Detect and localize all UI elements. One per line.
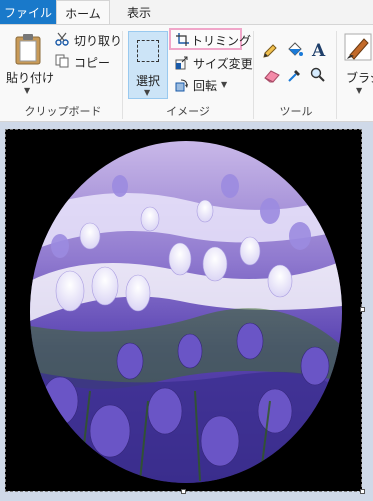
magnifier-icon[interactable]: [310, 67, 326, 83]
ribbon: 貼り付け ▼ 切り取り コピー クリップボード 選択 ▼ トリミング サイズ変更…: [0, 24, 373, 122]
text-icon[interactable]: A: [311, 41, 327, 59]
resize-button[interactable]: サイズ変更: [175, 54, 253, 72]
pencil-icon[interactable]: [262, 43, 278, 59]
select-dropdown-icon: ▼: [144, 88, 151, 97]
select-icon: [137, 40, 159, 62]
scissors-icon: [55, 32, 69, 46]
crop-label: トリミング: [191, 34, 252, 48]
group-divider: [336, 31, 337, 119]
eraser-icon[interactable]: [263, 69, 281, 83]
brush-dropdown-icon: ▼: [356, 86, 363, 95]
tab-home[interactable]: ホーム: [56, 0, 110, 25]
paste-dropdown-icon: ▼: [24, 86, 31, 95]
svg-text:A: A: [311, 41, 326, 59]
tab-file-label: ファイル: [3, 5, 52, 20]
select-label: 選択: [136, 74, 161, 88]
copy-icon: [55, 54, 69, 68]
group-divider: [253, 31, 254, 119]
paste-label: 貼り付け: [6, 71, 55, 85]
clipboard-group-label: クリップボード: [24, 105, 102, 118]
group-divider: [122, 31, 123, 119]
rotate-dropdown-icon: ▼: [221, 80, 228, 89]
fill-bucket-icon[interactable]: [286, 41, 304, 59]
image-group-label: イメージ: [166, 105, 210, 118]
cut-label: 切り取り: [74, 34, 123, 48]
cut-button[interactable]: 切り取り: [55, 31, 123, 49]
crop-icon: [176, 33, 189, 46]
copy-label: コピー: [74, 56, 111, 70]
canvas-area: [0, 123, 373, 501]
crop-button[interactable]: トリミング: [169, 28, 251, 50]
rotate-label: 回転: [193, 79, 218, 93]
resize-label: サイズ変更: [193, 57, 253, 71]
color-picker-icon[interactable]: [287, 67, 303, 83]
tab-file[interactable]: ファイル: [0, 0, 56, 24]
tab-home-label: ホーム: [65, 6, 101, 21]
select-button[interactable]: 選択 ▼: [128, 31, 168, 99]
tab-view[interactable]: 表示: [114, 0, 164, 24]
tools-group-label: ツール: [279, 105, 313, 118]
rotate-icon: [175, 79, 188, 92]
copy-button[interactable]: コピー: [55, 53, 119, 71]
ribbon-tabs: ファイル ホーム 表示: [0, 0, 373, 25]
resize-handle-right[interactable]: [360, 307, 365, 312]
brush-button[interactable]: ブラシ ▼: [340, 29, 373, 99]
paste-button[interactable]: 貼り付け ▼: [4, 29, 54, 99]
brush-label: ブラシ: [346, 71, 373, 85]
resize-icon: [175, 56, 188, 70]
crocus-photo: [30, 141, 342, 483]
resize-handle-corner[interactable]: [360, 489, 365, 494]
rotate-button[interactable]: 回転 ▼: [175, 76, 235, 94]
tab-view-label: 表示: [126, 5, 151, 20]
resize-handle-bottom[interactable]: [181, 489, 186, 494]
brush-icon: [344, 33, 372, 61]
canvas[interactable]: [5, 129, 362, 491]
clipboard-icon: [15, 34, 41, 65]
